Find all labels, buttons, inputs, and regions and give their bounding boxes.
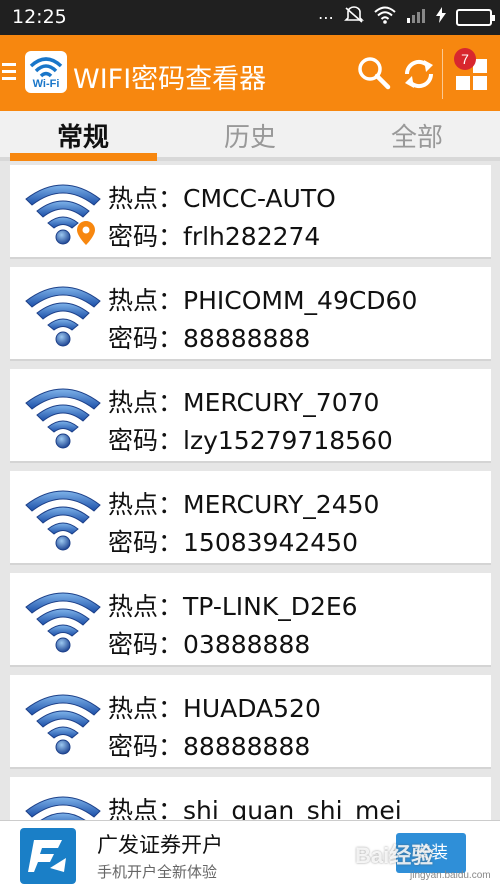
password-line: 密码：03888888: [108, 625, 310, 661]
network-card[interactable]: 热点：shi_quan_shi_mei密码：: [10, 777, 491, 820]
more-dots-icon: ⋯: [318, 7, 334, 27]
ad-title: 广发证券开户: [97, 833, 223, 857]
app-logo: Wi-Fi: [25, 51, 67, 93]
password-line: 密码：frlh282274: [108, 217, 320, 253]
tab-indicator: [10, 153, 157, 161]
refresh-icon: [404, 59, 434, 89]
password-line: 密码：15083942450: [108, 523, 358, 559]
hotspot-line: 热点：HUADA520: [108, 689, 321, 725]
notification-badge: 7: [454, 48, 476, 70]
search-button[interactable]: [356, 55, 392, 91]
ad-subtitle: 手机开户全新体验: [97, 863, 218, 881]
hotspot-label: 热点：: [108, 184, 184, 213]
password-value[interactable]: 88888888: [183, 324, 310, 353]
location-pin-icon: [77, 221, 95, 245]
tab-history[interactable]: 历史: [167, 117, 333, 154]
hotspot-line: 热点：TP-LINK_D2E6: [108, 587, 358, 623]
network-card[interactable]: 热点：HUADA520 密码：88888888: [10, 675, 491, 769]
hotspot-label: 热点：: [108, 592, 184, 621]
status-time: 12:25: [12, 6, 67, 28]
password-value[interactable]: 03888888: [183, 630, 310, 659]
password-label: 密码：: [108, 528, 184, 557]
wifi-icon: [24, 279, 102, 349]
password-line: 密码：lzy15279718560: [108, 421, 393, 457]
app-bar: Wi-Fi WIFI密码查看器 7: [0, 35, 500, 111]
hotspot-ssid: HUADA520: [183, 694, 321, 723]
charging-icon: [436, 7, 446, 27]
password-value[interactable]: 15083942450: [183, 528, 358, 557]
password-label: 密码：: [108, 324, 184, 353]
hotspot-line: 热点：PHICOMM_49CD60: [108, 281, 417, 317]
hotspot-ssid: shi_quan_shi_mei: [183, 796, 402, 820]
password-line: 密码：88888888: [108, 727, 310, 763]
password-label: 密码：: [108, 630, 184, 659]
network-card[interactable]: 热点：MERCURY_2450 密码：15083942450: [10, 471, 491, 565]
wifi-status-icon: [374, 6, 396, 28]
wifi-icon: [24, 483, 102, 553]
network-card[interactable]: 热点：PHICOMM_49CD60 密码：88888888: [10, 267, 491, 361]
hotspot-label: 热点：: [108, 490, 184, 519]
hotspot-ssid: CMCC-AUTO: [183, 184, 336, 213]
password-value[interactable]: frlh282274: [183, 222, 320, 251]
hotspot-line: 热点：shi_quan_shi_mei: [108, 791, 402, 820]
hotspot-ssid: PHICOMM_49CD60: [183, 286, 418, 315]
tab-bar: 常规 历史 全部: [0, 111, 500, 161]
hotspot-label: 热点：: [108, 388, 184, 417]
hotspot-ssid: MERCURY_7070: [183, 388, 380, 417]
search-icon: [358, 57, 391, 90]
password-value[interactable]: 88888888: [183, 732, 310, 761]
password-label: 密码：: [108, 426, 184, 455]
network-list[interactable]: 热点：CMCC-AUTO 密码：frlh282274 热点：PHICOMM_49CD…: [10, 165, 491, 820]
network-card[interactable]: 热点：MERCURY_7070 密码：lzy15279718560: [10, 369, 491, 463]
hotspot-line: 热点：MERCURY_7070: [108, 383, 379, 419]
toolbar-divider: [442, 49, 443, 99]
wifi-icon: [24, 585, 102, 655]
refresh-button[interactable]: [400, 55, 438, 93]
network-card[interactable]: 热点：TP-LINK_D2E6 密码：03888888: [10, 573, 491, 667]
signal-icon: [406, 7, 426, 27]
hotspot-label: 热点：: [108, 796, 184, 820]
password-value[interactable]: lzy15279718560: [183, 426, 393, 455]
hotspot-line: 热点：MERCURY_2450: [108, 485, 379, 521]
menu-icon[interactable]: [2, 63, 16, 81]
hotspot-line: 热点：CMCC-AUTO: [108, 179, 336, 215]
password-line: 密码：88888888: [108, 319, 310, 355]
battery-icon: [456, 8, 495, 26]
ad-logo: [20, 828, 76, 884]
mute-icon: [344, 6, 364, 28]
network-card[interactable]: 热点：CMCC-AUTO 密码：frlh282274: [10, 165, 491, 259]
status-icons: ⋯: [318, 6, 495, 28]
watermark: Bai经验: [355, 843, 434, 868]
hotspot-ssid: TP-LINK_D2E6: [183, 592, 358, 621]
password-label: 密码：: [108, 222, 184, 251]
hotspot-label: 热点：: [108, 286, 184, 315]
watermark-url: jingyan.baidu.com: [410, 870, 491, 881]
tab-general[interactable]: 常规: [0, 117, 166, 154]
app-logo-text: Wi-Fi: [32, 78, 60, 90]
status-bar: 12:25 ⋯: [0, 0, 500, 35]
wifi-icon: [24, 381, 102, 451]
wifi-icon: [24, 789, 102, 820]
tab-all[interactable]: 全部: [334, 117, 500, 154]
hotspot-ssid: MERCURY_2450: [183, 490, 380, 519]
wifi-icon: [24, 687, 102, 757]
hotspot-label: 热点：: [108, 694, 184, 723]
password-label: 密码：: [108, 732, 184, 761]
app-title: WIFI密码查看器: [73, 64, 267, 95]
